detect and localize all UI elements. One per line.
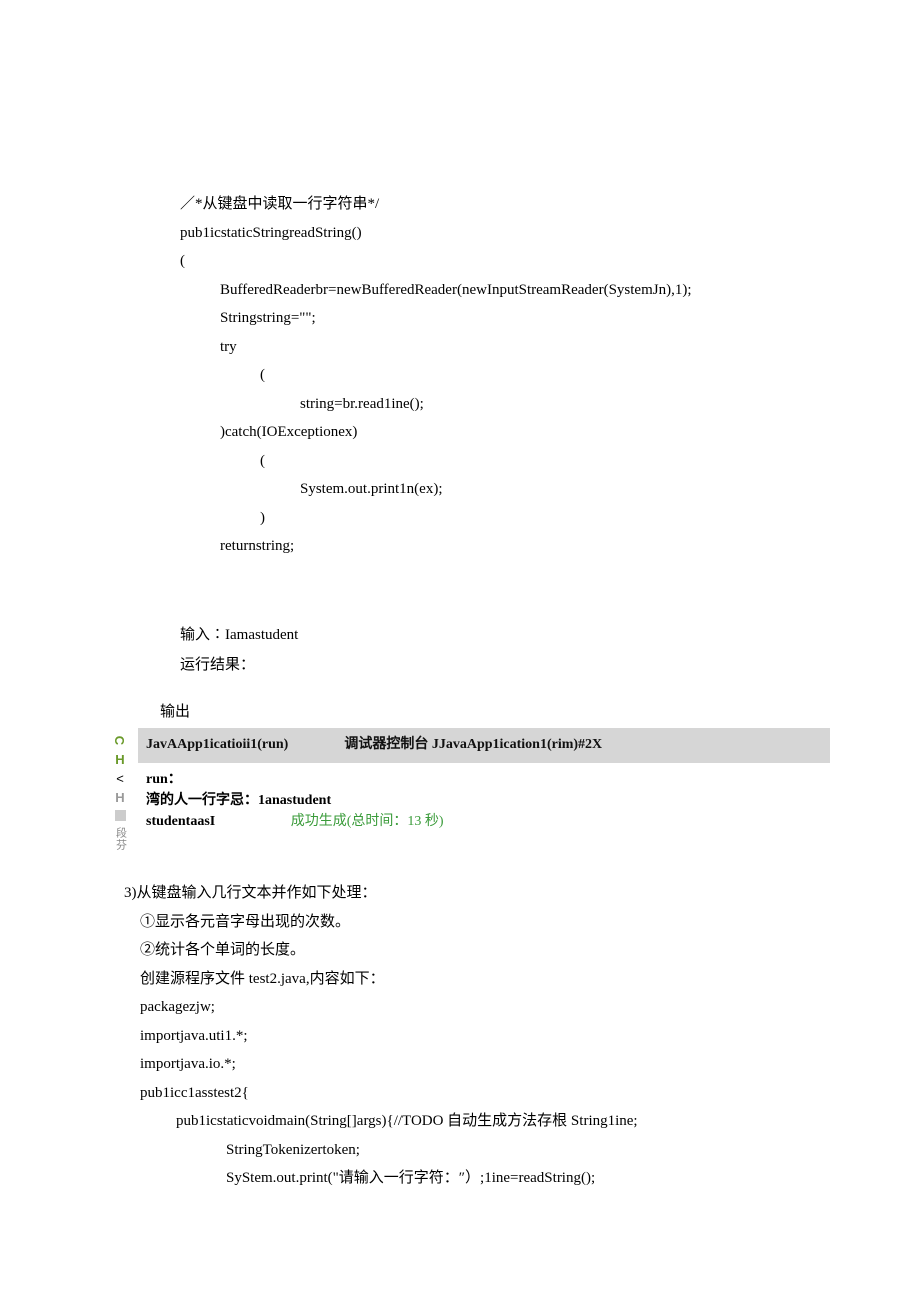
section3-desc: 创建源程序文件 test2.java,内容如下： — [140, 965, 830, 994]
code-line: ／*从键盘中读取一行字符串*/ — [180, 190, 830, 219]
run-result-label: 运行结果： — [180, 651, 830, 680]
code-line: string=br.read1ine(); — [180, 390, 830, 419]
console-run-label: run： — [146, 769, 822, 790]
gutter-segment-label: 段芬 — [110, 827, 131, 851]
code-line: importjava.uti1.*; — [140, 1022, 830, 1051]
code-line: pub1icstaticStringreadString() — [180, 219, 830, 248]
code-line: try — [180, 333, 830, 362]
console-line: 湾的人一行字忌：1anastudent — [146, 790, 822, 811]
output-tab-run: JavAApp1icatioii1(run) — [146, 732, 288, 759]
output-panel: 输出 C H < H 段芬 JavAApp1icatioii1(run) 调试器… — [110, 698, 830, 852]
console-line-left: studentaasI — [146, 811, 215, 832]
section3-item: ②统计各个单词的长度。 — [140, 936, 830, 965]
code-line: pub1icstaticvoidmain(String[]args){//TOD… — [176, 1107, 830, 1136]
code-line: System.out.print1n(ex); — [180, 475, 830, 504]
code-line: pub1icc1asstest2{ — [140, 1079, 830, 1108]
gutter-icon: < — [116, 772, 124, 785]
gutter-icon: H — [115, 791, 124, 804]
code-line: StringTokenizertoken; — [226, 1136, 830, 1165]
output-tab-debug: 调试器控制台 JJavaApp1ication1(rim)#2X — [344, 732, 602, 759]
code-line: BufferedReaderbr=newBufferedReader(newIn… — [180, 276, 830, 305]
code-line: SyStem.out.print("请输入一行字符：″）;1ine=readSt… — [226, 1164, 830, 1193]
input-line: 输入∶Iamastudent — [180, 621, 830, 650]
console-line: studentaasI 成功生成(总时间：13 秒) — [146, 811, 822, 832]
code-line: ( — [180, 447, 830, 476]
code-line: packagezjw; — [140, 993, 830, 1022]
gutter-icon: H — [115, 753, 124, 766]
gutter-icon: C — [113, 736, 126, 745]
code-line: ( — [180, 361, 830, 390]
code-block-readstring: ／*从键盘中读取一行字符串*/ pub1icstaticStringreadSt… — [180, 190, 830, 561]
input-result-section: 输入∶Iamastudent 运行结果： — [180, 621, 830, 680]
code-line: Stringstring=""; — [180, 304, 830, 333]
gutter-block-icon — [115, 810, 126, 821]
code-line: importjava.io.*; — [140, 1050, 830, 1079]
output-gutter: C H < H 段芬 — [110, 728, 130, 851]
output-console: run： 湾的人一行字忌：1anastudent studentaasI 成功生… — [138, 763, 830, 838]
code-line: )catch(IOExceptionex) — [180, 418, 830, 447]
section-3: 3)从键盘输入几行文本并作如下处理： ①显示各元音字母出现的次数。 ②统计各个单… — [124, 879, 830, 1193]
console-success: 成功生成(总时间：13 秒) — [291, 814, 444, 829]
code-line: returnstring; — [180, 532, 830, 561]
section3-item: ①显示各元音字母出现的次数。 — [140, 908, 830, 937]
code-line: ) — [180, 504, 830, 533]
code-line: ( — [180, 247, 830, 276]
output-box: C H < H 段芬 JavAApp1icatioii1(run) 调试器控制台… — [110, 728, 830, 851]
section3-heading: 3)从键盘输入几行文本并作如下处理： — [124, 879, 830, 908]
output-title: 输出 — [160, 698, 830, 727]
output-tabs: JavAApp1icatioii1(run) 调试器控制台 JJavaApp1i… — [138, 728, 830, 763]
output-body: JavAApp1icatioii1(run) 调试器控制台 JJavaApp1i… — [138, 728, 830, 851]
document-page: ／*从键盘中读取一行字符串*/ pub1icstaticStringreadSt… — [0, 0, 920, 1313]
